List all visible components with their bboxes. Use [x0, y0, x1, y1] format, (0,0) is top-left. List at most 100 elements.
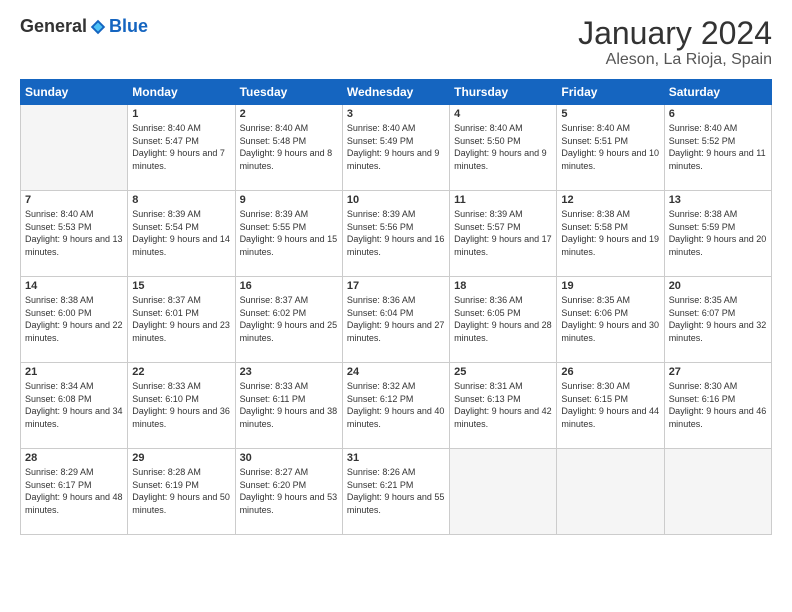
day-info: Sunrise: 8:37 AMSunset: 6:01 PMDaylight:…: [132, 294, 230, 344]
calendar-week-row: 28 Sunrise: 8:29 AMSunset: 6:17 PMDayligh…: [21, 449, 772, 535]
day-info: Sunrise: 8:29 AMSunset: 6:17 PMDaylight:…: [25, 466, 123, 516]
day-number: 6: [669, 108, 767, 120]
day-info: Sunrise: 8:40 AMSunset: 5:51 PMDaylight:…: [561, 122, 659, 172]
day-number: 21: [25, 366, 123, 378]
table-row: [21, 105, 128, 191]
calendar-header-row: Sunday Monday Tuesday Wednesday Thursday…: [21, 80, 772, 105]
day-info: Sunrise: 8:36 AMSunset: 6:04 PMDaylight:…: [347, 294, 445, 344]
day-info: Sunrise: 8:30 AMSunset: 6:15 PMDaylight:…: [561, 380, 659, 430]
day-number: 7: [25, 194, 123, 206]
table-row: [450, 449, 557, 535]
day-number: 5: [561, 108, 659, 120]
table-row: 6 Sunrise: 8:40 AMSunset: 5:52 PMDaylight…: [664, 105, 771, 191]
table-row: 30Sunrise: 8:27 AMSunset: 6:20 PMDayligh…: [235, 449, 342, 535]
title-block: January 2024 Aleson, La Rioja, Spain: [578, 16, 772, 69]
day-number: 27: [669, 366, 767, 378]
day-info: Sunrise: 8:40 AMSunset: 5:50 PMDaylight:…: [454, 122, 552, 172]
table-row: [557, 449, 664, 535]
day-info: Sunrise: 8:34 AMSunset: 6:08 PMDaylight:…: [25, 380, 123, 430]
day-number: 16: [240, 280, 338, 292]
day-number: 19: [561, 280, 659, 292]
day-info: Sunrise: 8:39 AMSunset: 5:54 PMDaylight:…: [132, 208, 230, 258]
day-info: Sunrise: 8:40 AMSunset: 5:48 PMDaylight:…: [240, 122, 338, 172]
table-row: 23 Sunrise: 8:33 AMSunset: 6:11 PMDayligh…: [235, 363, 342, 449]
day-number: 22: [132, 366, 230, 378]
table-row: 18Sunrise: 8:36 AMSunset: 6:05 PMDayligh…: [450, 277, 557, 363]
day-number: 31: [347, 452, 445, 464]
logo: General Blue: [20, 16, 148, 37]
table-row: 31Sunrise: 8:26 AMSunset: 6:21 PMDayligh…: [342, 449, 449, 535]
page: General Blue January 2024 Aleson, La Rio…: [0, 0, 792, 612]
table-row: 20 Sunrise: 8:35 AMSunset: 6:07 PMDayligh…: [664, 277, 771, 363]
col-thursday: Thursday: [450, 80, 557, 105]
table-row: 9 Sunrise: 8:39 AMSunset: 5:55 PMDaylight…: [235, 191, 342, 277]
day-number: 17: [347, 280, 445, 292]
day-info: Sunrise: 8:35 AMSunset: 6:07 PMDaylight:…: [669, 294, 767, 344]
day-info: Sunrise: 8:33 AMSunset: 6:11 PMDaylight:…: [240, 380, 338, 430]
day-number: 26: [561, 366, 659, 378]
month-title: January 2024: [578, 16, 772, 51]
day-number: 15: [132, 280, 230, 292]
table-row: 15 Sunrise: 8:37 AMSunset: 6:01 PMDayligh…: [128, 277, 235, 363]
day-number: 23: [240, 366, 338, 378]
day-info: Sunrise: 8:38 AMSunset: 6:00 PMDaylight:…: [25, 294, 123, 344]
day-number: 18: [454, 280, 552, 292]
day-info: Sunrise: 8:39 AMSunset: 5:56 PMDaylight:…: [347, 208, 445, 258]
header: General Blue January 2024 Aleson, La Rio…: [20, 16, 772, 69]
table-row: 22 Sunrise: 8:33 AMSunset: 6:10 PMDayligh…: [128, 363, 235, 449]
table-row: [664, 449, 771, 535]
day-number: 8: [132, 194, 230, 206]
table-row: 24 Sunrise: 8:32 AMSunset: 6:12 PMDayligh…: [342, 363, 449, 449]
table-row: 2Sunrise: 8:40 AMSunset: 5:48 PMDaylight…: [235, 105, 342, 191]
calendar-week-row: 1 Sunrise: 8:40 AMSunset: 5:47 PMDaylight…: [21, 105, 772, 191]
day-info: Sunrise: 8:40 AMSunset: 5:47 PMDaylight:…: [132, 122, 230, 172]
day-info: Sunrise: 8:40 AMSunset: 5:52 PMDaylight:…: [669, 122, 767, 172]
table-row: 1 Sunrise: 8:40 AMSunset: 5:47 PMDaylight…: [128, 105, 235, 191]
table-row: 28 Sunrise: 8:29 AMSunset: 6:17 PMDayligh…: [21, 449, 128, 535]
logo-text: General Blue: [20, 16, 148, 37]
table-row: 12Sunrise: 8:38 AMSunset: 5:58 PMDayligh…: [557, 191, 664, 277]
day-number: 1: [132, 108, 230, 120]
logo-general: General: [20, 16, 87, 37]
table-row: 13Sunrise: 8:38 AMSunset: 5:59 PMDayligh…: [664, 191, 771, 277]
day-info: Sunrise: 8:40 AMSunset: 5:53 PMDaylight:…: [25, 208, 123, 258]
day-info: Sunrise: 8:28 AMSunset: 6:19 PMDaylight:…: [132, 466, 230, 516]
day-number: 20: [669, 280, 767, 292]
day-number: 28: [25, 452, 123, 464]
calendar-table: Sunday Monday Tuesday Wednesday Thursday…: [20, 79, 772, 535]
day-number: 25: [454, 366, 552, 378]
day-number: 11: [454, 194, 552, 206]
day-info: Sunrise: 8:31 AMSunset: 6:13 PMDaylight:…: [454, 380, 552, 430]
col-sunday: Sunday: [21, 80, 128, 105]
location-title: Aleson, La Rioja, Spain: [578, 51, 772, 69]
day-info: Sunrise: 8:30 AMSunset: 6:16 PMDaylight:…: [669, 380, 767, 430]
table-row: 21 Sunrise: 8:34 AMSunset: 6:08 PMDayligh…: [21, 363, 128, 449]
day-number: 4: [454, 108, 552, 120]
day-info: Sunrise: 8:37 AMSunset: 6:02 PMDaylight:…: [240, 294, 338, 344]
calendar-week-row: 14 Sunrise: 8:38 AMSunset: 6:00 PMDayligh…: [21, 277, 772, 363]
table-row: 19Sunrise: 8:35 AMSunset: 6:06 PMDayligh…: [557, 277, 664, 363]
day-number: 24: [347, 366, 445, 378]
day-info: Sunrise: 8:32 AMSunset: 6:12 PMDaylight:…: [347, 380, 445, 430]
day-number: 30: [240, 452, 338, 464]
table-row: 4 Sunrise: 8:40 AMSunset: 5:50 PMDaylight…: [450, 105, 557, 191]
day-info: Sunrise: 8:33 AMSunset: 6:10 PMDaylight:…: [132, 380, 230, 430]
table-row: 3Sunrise: 8:40 AMSunset: 5:49 PMDaylight…: [342, 105, 449, 191]
table-row: 16 Sunrise: 8:37 AMSunset: 6:02 PMDayligh…: [235, 277, 342, 363]
col-wednesday: Wednesday: [342, 80, 449, 105]
day-number: 14: [25, 280, 123, 292]
calendar-week-row: 21 Sunrise: 8:34 AMSunset: 6:08 PMDayligh…: [21, 363, 772, 449]
table-row: 25 Sunrise: 8:31 AMSunset: 6:13 PMDayligh…: [450, 363, 557, 449]
col-friday: Friday: [557, 80, 664, 105]
table-row: 17 Sunrise: 8:36 AMSunset: 6:04 PMDayligh…: [342, 277, 449, 363]
day-info: Sunrise: 8:38 AMSunset: 5:59 PMDaylight:…: [669, 208, 767, 258]
day-info: Sunrise: 8:38 AMSunset: 5:58 PMDaylight:…: [561, 208, 659, 258]
table-row: 29Sunrise: 8:28 AMSunset: 6:19 PMDayligh…: [128, 449, 235, 535]
table-row: 8 Sunrise: 8:39 AMSunset: 5:54 PMDaylight…: [128, 191, 235, 277]
day-number: 3: [347, 108, 445, 120]
table-row: 10Sunrise: 8:39 AMSunset: 5:56 PMDayligh…: [342, 191, 449, 277]
day-info: Sunrise: 8:39 AMSunset: 5:55 PMDaylight:…: [240, 208, 338, 258]
table-row: 5 Sunrise: 8:40 AMSunset: 5:51 PMDaylight…: [557, 105, 664, 191]
day-number: 9: [240, 194, 338, 206]
day-info: Sunrise: 8:39 AMSunset: 5:57 PMDaylight:…: [454, 208, 552, 258]
